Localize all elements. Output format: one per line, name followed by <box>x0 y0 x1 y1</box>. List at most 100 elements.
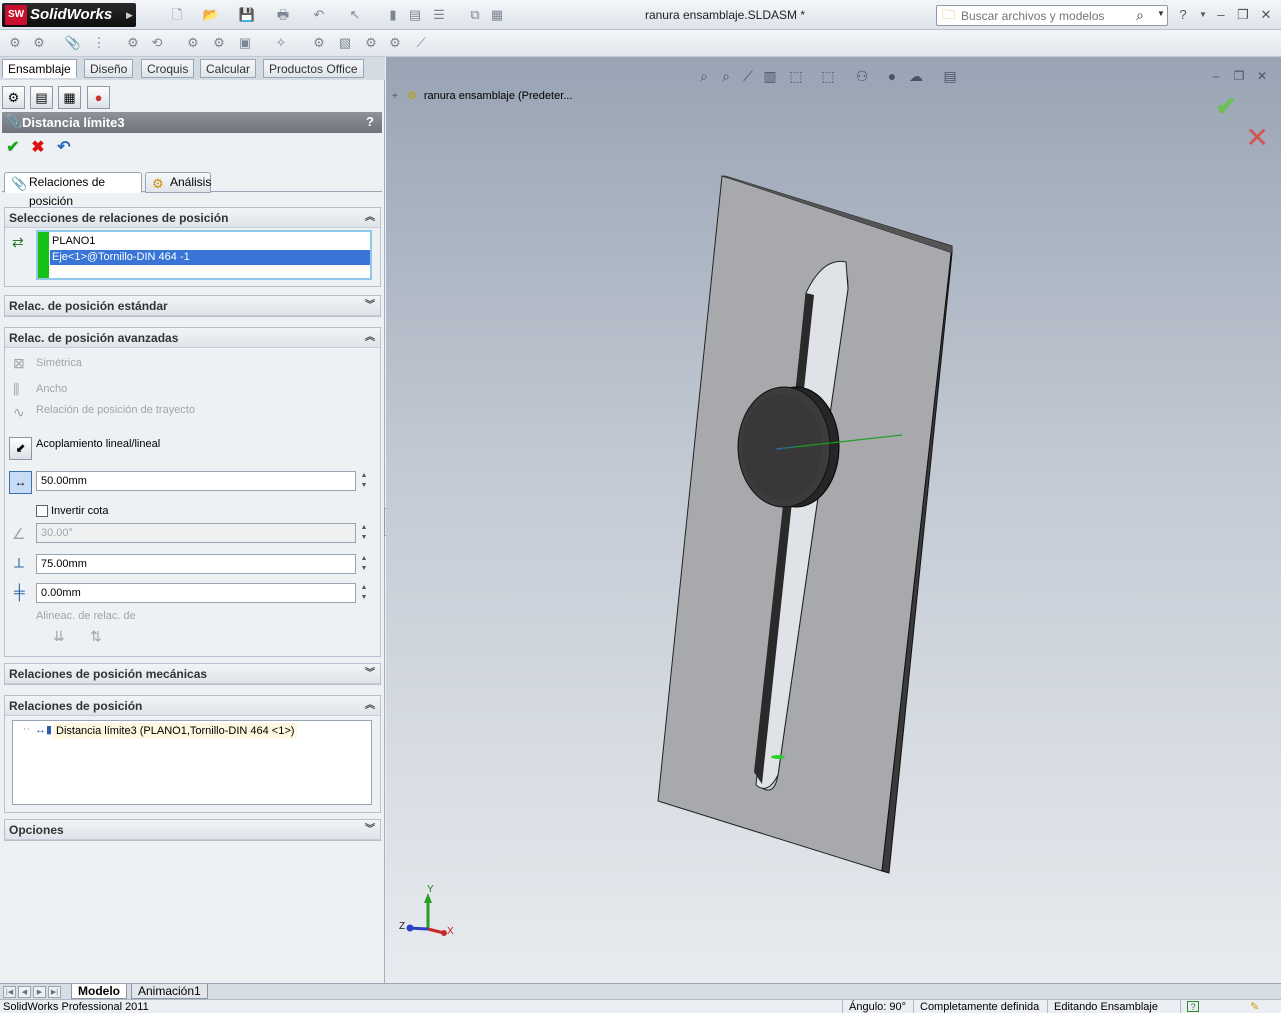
minimize-icon[interactable]: – <box>1212 7 1230 23</box>
layout-icon[interactable]: ▦ <box>488 7 506 23</box>
restore-icon[interactable]: ❐ <box>1234 7 1252 23</box>
status-help-button[interactable]: ? <box>1180 1000 1202 1013</box>
interference-detection-icon[interactable]: ⚙ <box>386 35 404 51</box>
undo-icon[interactable]: ↶ <box>55 139 73 157</box>
rebuild-icon[interactable]: ▮ <box>384 7 402 23</box>
commands-toolbar: ⚙ ⚙ 📎 ⋮ ⚙ ⟲ ⚙ ⚙ ▣ ✧ ⚙ ▧ ⚙ ⚙ ⟋ <box>0 30 1281 57</box>
tab-animacion1[interactable]: Animación1 <box>131 984 208 999</box>
linear-pattern-icon[interactable]: ⋮ <box>90 35 108 51</box>
first-tab-icon[interactable]: |◀ <box>3 986 16 998</box>
group-header[interactable]: Relac. de posición avanzadas ︽ <box>5 328 380 348</box>
status-angle: Ángulo: 90° <box>842 1000 906 1013</box>
configuration-manager-icon[interactable]: ▦ <box>58 86 81 109</box>
next-tab-icon[interactable]: ▶ <box>33 986 46 998</box>
tab-croquis[interactable]: Croquis <box>141 59 195 78</box>
help-dropdown-icon[interactable]: ▼ <box>1194 7 1212 23</box>
open-icon[interactable]: 📂 <box>202 7 220 23</box>
show-hidden-icon[interactable]: ⚙ <box>184 35 202 51</box>
explode-line-sketch-icon[interactable]: ⚙ <box>362 35 380 51</box>
feature-manager-icon[interactable]: ⚙ <box>2 86 25 109</box>
symmetric-icon: ⊠ <box>13 355 25 371</box>
max-distance-field[interactable]: 75.00mm <box>36 554 356 574</box>
cancel-icon[interactable]: ✖ <box>29 139 47 157</box>
command-manager-tabs: Ensamblaje Diseño Croquis Calcular Produ… <box>0 57 385 80</box>
group-header[interactable]: Selecciones de relaciones de posición ︽ <box>5 208 380 228</box>
expand-icon[interactable]: ︾ <box>365 820 375 840</box>
help-icon[interactable]: ? <box>1174 7 1192 23</box>
new-part-icon[interactable]: ⚙ <box>30 35 48 51</box>
tab-analisis[interactable]: ⚙ Análisis <box>145 172 211 193</box>
help-button[interactable]: ? <box>366 114 374 129</box>
close-icon[interactable]: ✕ <box>1257 7 1275 23</box>
assembly-features-icon[interactable]: ⚙ <box>210 35 228 51</box>
linear-coupler-icon[interactable]: ⬋ <box>9 437 32 460</box>
triad-x-label: X <box>447 926 454 937</box>
distance-spinner[interactable]: ▲ ▼ <box>358 471 370 491</box>
exploded-view-icon[interactable]: ▧ <box>336 35 354 51</box>
undo-icon[interactable]: ↶ <box>310 7 328 23</box>
move-component-icon[interactable]: ⟲ <box>148 35 166 51</box>
expand-icon[interactable]: ︾ <box>365 664 375 684</box>
list-item[interactable]: Eje<1>@Tornillo-DIN 464 -1 <box>50 250 370 265</box>
angle-spinner: ▲ ▼ <box>360 524 368 541</box>
tab-productos-office[interactable]: Productos Office <box>263 59 364 78</box>
triad-z-label: Z <box>399 921 406 932</box>
max-distance-spinner[interactable]: ▲ ▼ <box>358 554 370 574</box>
search-icon[interactable]: ⌕ <box>1136 7 1144 24</box>
view-icon[interactable]: ⧉ <box>466 7 484 23</box>
linear-coupler-option[interactable]: Acoplamiento lineal/lineal <box>36 438 160 450</box>
print-icon[interactable]: 🖶 <box>274 7 292 23</box>
search-input[interactable] <box>961 8 1141 23</box>
collapse-icon[interactable]: ︽ <box>365 696 375 716</box>
bill-of-materials-icon[interactable]: ⚙ <box>310 35 328 51</box>
flip-dimension-checkbox[interactable] <box>36 505 48 517</box>
insert-component-icon[interactable]: ⚙ <box>6 35 24 51</box>
reference-geometry-icon[interactable]: ▣ <box>236 35 254 51</box>
appearance-manager-icon[interactable]: ● <box>87 86 110 109</box>
mates-list[interactable]: ·· ↔▮ Distancia límite3 (PLANO1,Tornillo… <box>12 720 372 805</box>
solidworks-menu-button[interactable]: SW SolidWorks ▶ <box>2 3 136 27</box>
tab-diseno[interactable]: Diseño <box>84 59 134 78</box>
selection-list[interactable]: PLANO1 Eje<1>@Tornillo-DIN 464 -1 <box>36 230 372 280</box>
new-document-icon[interactable]: 🗋 <box>168 7 186 23</box>
new-motion-study-icon[interactable]: ✧ <box>272 35 290 51</box>
tab-modelo[interactable]: Modelo <box>71 984 127 999</box>
select-icon[interactable]: ↖ <box>346 7 364 23</box>
group-header[interactable]: Relac. de posición estándar ︾ <box>5 296 380 316</box>
list-item[interactable]: Distancia límite3 (PLANO1,Tornillo-DIN 4… <box>53 723 298 739</box>
ok-icon[interactable]: ✔ <box>4 139 22 157</box>
slotted-plate[interactable] <box>657 175 953 874</box>
model-view[interactable] <box>386 57 1281 983</box>
distance-icon[interactable]: ↔ <box>9 471 32 494</box>
tab-ensamblaje[interactable]: Ensamblaje <box>2 59 77 78</box>
mate-icon[interactable]: 📎 <box>64 35 82 51</box>
distance-field[interactable]: 50.00mm <box>36 471 356 491</box>
document-title: ranura ensamblaje.SLDASM * <box>644 8 806 22</box>
tab-relaciones-de-posicion[interactable]: 📎 Relaciones de posición <box>4 172 142 208</box>
smart-fasteners-icon[interactable]: ⚙ <box>124 35 142 51</box>
expand-icon[interactable]: ︾ <box>365 296 375 316</box>
group-title: Relac. de posición estándar <box>9 299 168 313</box>
graphics-area[interactable]: ⌕ ⌕ ⟋ ▥ ⬚ ⬚ ⚇ ● ☁ ▤ – ❐ ✕ + ⚙ ranura ens… <box>386 57 1281 983</box>
file-properties-icon[interactable]: ▤ <box>406 7 424 23</box>
min-distance-field[interactable]: 0.00mm <box>36 583 356 603</box>
group-header[interactable]: Relaciones de posición mecánicas ︾ <box>5 664 380 684</box>
group-header[interactable]: Relaciones de posición ︽ <box>5 696 380 716</box>
save-icon[interactable]: 💾 <box>238 7 256 23</box>
search-box[interactable]: 🗀 ⌕ ▼ <box>936 5 1168 26</box>
mate-icon: 📎 <box>6 114 23 129</box>
min-distance-spinner[interactable]: ▲ ▼ <box>358 583 370 603</box>
collapse-icon[interactable]: ︽ <box>365 328 375 348</box>
angle-field: 30.00° <box>36 523 356 543</box>
collapse-icon[interactable]: ︽ <box>365 208 375 228</box>
aligned-icon: ⇊ <box>53 628 65 644</box>
property-manager-icon[interactable]: ▤ <box>30 86 53 109</box>
previous-tab-icon[interactable]: ◀ <box>18 986 31 998</box>
group-header[interactable]: Opciones ︾ <box>5 820 380 840</box>
list-item[interactable]: PLANO1 <box>50 234 370 249</box>
instant3d-icon[interactable]: ⟋ <box>412 35 430 51</box>
tab-calcular[interactable]: Calcular <box>200 59 257 78</box>
options-icon[interactable]: ☰ <box>430 7 448 23</box>
last-tab-icon[interactable]: ▶| <box>48 986 61 998</box>
chevron-down-icon[interactable]: ▼ <box>1157 9 1165 18</box>
